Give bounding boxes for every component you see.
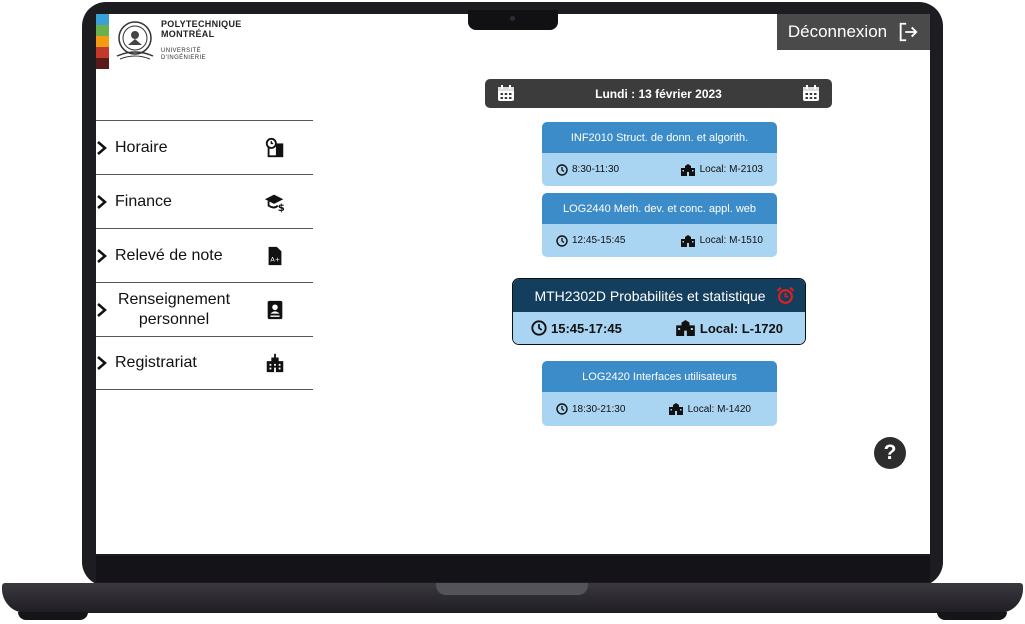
logo-stripe	[96, 25, 109, 36]
course-room: Local: M-2103	[680, 163, 763, 176]
logo-text-line4: D'INGÉNIERIE	[161, 55, 206, 61]
course-card[interactable]: LOG2420 Interfaces utilisateurs 18:30-21…	[542, 361, 777, 426]
calendar-icon[interactable]	[497, 84, 515, 102]
sidebar-item-releve[interactable]: Relevé de note A+	[96, 228, 313, 282]
chevron-right-icon	[97, 356, 107, 370]
schedule-clock-icon	[265, 137, 284, 157]
course-room-value: Local: M-2103	[699, 164, 763, 175]
polytechnique-logo: POLYTECHNIQUE MONTRÉAL UNIVERSITÉ D'INGÉ…	[96, 14, 256, 74]
date-label: Lundi : 13 février 2023	[595, 86, 722, 101]
clock-icon	[531, 320, 547, 336]
course-card[interactable]: INF2010 Struct. de donn. et algorith. 8:…	[542, 122, 777, 186]
laptop-foot-right	[937, 612, 1007, 620]
crest-icon	[116, 21, 154, 60]
date-bar: Lundi : 13 février 2023	[485, 79, 832, 108]
course-title: LOG2420 Interfaces utilisateurs	[542, 361, 777, 392]
chevron-right-icon	[97, 140, 107, 155]
course-time-value: 18:30-21:30	[572, 403, 626, 415]
course-room-value: Local: L-1720	[699, 320, 783, 336]
screen: POLYTECHNIQUE MONTRÉAL UNIVERSITÉ D'INGÉ…	[96, 14, 930, 554]
sidebar-item-registrariat[interactable]: Registrariat	[96, 336, 313, 390]
course-title: INF2010 Struct. de donn. et algorith.	[542, 122, 777, 153]
logout-button[interactable]: Déconnexion	[777, 14, 930, 50]
sidebar-item-label: Renseignement personnel	[117, 290, 231, 328]
school-building-icon	[680, 163, 695, 176]
logo-stripe	[96, 47, 109, 58]
course-title: LOG2440 Meth. dev. et conc. appl. web	[542, 193, 777, 224]
help-button[interactable]: ?	[874, 437, 906, 469]
school-building-icon	[680, 234, 695, 247]
current-course-card[interactable]: MTH2302D Probabilités et statistique 15:…	[512, 278, 806, 345]
sidebar-item-label: Horaire	[115, 138, 168, 156]
alarm-clock-icon	[776, 286, 795, 304]
course-time: 8:30-11:30	[556, 163, 620, 176]
laptop-base-groove	[436, 583, 588, 595]
course-room-value: Local: M-1510	[699, 235, 763, 246]
course-room: Local: M-1420	[668, 403, 751, 415]
course-details: 12:45-15:45 Local: M-1510	[542, 224, 777, 257]
course-details: 15:45-17:45 Local: L-1720	[513, 312, 805, 344]
course-room: Local: L-1720	[675, 320, 783, 336]
school-building-icon	[676, 320, 695, 336]
sidebar-item-horaire[interactable]: Horaire	[96, 120, 313, 174]
course-room-value: Local: M-1420	[687, 403, 751, 415]
logo-text-line2: MONTRÉAL	[161, 29, 215, 39]
logo-stripe	[96, 58, 109, 69]
clock-icon	[556, 163, 568, 176]
id-card-icon	[267, 300, 283, 319]
logo-color-stripes	[96, 14, 109, 70]
graduation-cap-dollar-icon: $	[264, 194, 285, 213]
laptop-foot-left	[18, 612, 88, 620]
sidebar-item-finance[interactable]: Finance $	[96, 174, 313, 228]
calendar-icon[interactable]	[802, 84, 820, 102]
svg-text:A+: A+	[270, 255, 280, 263]
course-time-value: 15:45-17:45	[551, 320, 622, 336]
course-details: 18:30-21:30 Local: M-1420	[542, 392, 777, 426]
laptop-chin	[96, 556, 930, 582]
help-icon: ?	[883, 441, 897, 464]
logo-stripe	[96, 14, 109, 25]
svg-text:$: $	[278, 203, 285, 213]
course-header: MTH2302D Probabilités et statistique	[513, 279, 805, 312]
sidebar-item-label: Finance	[115, 192, 172, 210]
chevron-right-icon	[97, 302, 107, 317]
chevron-right-icon	[97, 248, 107, 263]
logo-text-line1: POLYTECHNIQUE	[161, 19, 242, 29]
clock-icon	[556, 234, 568, 247]
course-room: Local: M-1510	[680, 234, 763, 247]
sidebar-item-label: Registrariat	[115, 354, 197, 371]
course-time: 12:45-15:45	[556, 234, 626, 247]
course-time: 15:45-17:45	[531, 320, 622, 336]
sidebar-item-label: Relevé de note	[115, 246, 223, 264]
logo-text-line3: UNIVERSITÉ	[161, 48, 202, 54]
course-title: MTH2302D Probabilités et statistique	[534, 287, 766, 304]
sidebar-item-renseignement[interactable]: Renseignement personnel	[96, 282, 313, 336]
logo-stripe	[96, 36, 109, 47]
building-icon	[266, 353, 284, 373]
logout-icon	[899, 22, 918, 42]
course-details: 8:30-11:30 Local: M-2103	[542, 153, 777, 186]
grade-document-icon: A+	[268, 246, 282, 265]
camera-notch	[468, 10, 558, 30]
clock-icon	[556, 403, 568, 415]
course-time: 18:30-21:30	[556, 403, 625, 415]
course-time-value: 8:30-11:30	[572, 164, 620, 175]
sidebar-nav: Horaire Finance $ Relevé de note A+ Rens…	[96, 120, 313, 390]
course-card[interactable]: LOG2440 Meth. dev. et conc. appl. web 12…	[542, 193, 777, 257]
logout-label: Déconnexion	[787, 22, 888, 41]
chevron-right-icon	[97, 194, 107, 209]
course-time-value: 12:45-15:45	[572, 235, 626, 246]
school-building-icon	[668, 403, 683, 415]
